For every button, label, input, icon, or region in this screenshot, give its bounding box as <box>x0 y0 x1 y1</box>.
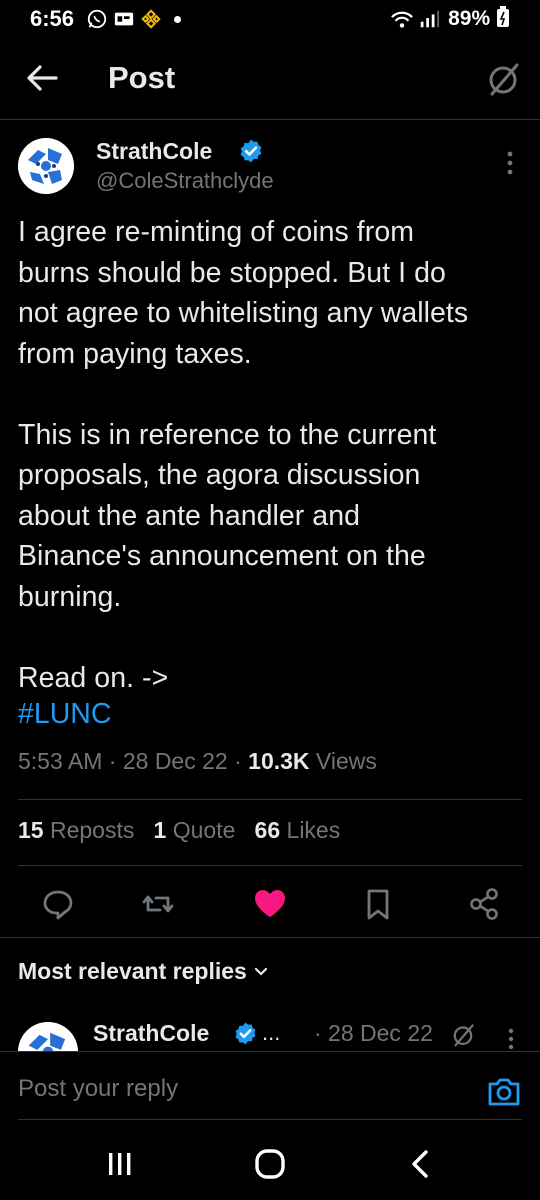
page-title: Post <box>108 60 176 95</box>
likes-count: 66 <box>254 817 281 843</box>
post-text: I agree re-minting of coins from burns s… <box>18 216 469 694</box>
post-time[interactable]: 5:53 AM <box>18 748 102 774</box>
grok-icon[interactable] <box>484 60 522 98</box>
avatar[interactable] <box>18 138 74 194</box>
battery-level: 89% <box>448 6 510 31</box>
verified-icon <box>240 139 262 163</box>
post-date[interactable]: 28 Dec 22 <box>123 748 228 774</box>
status-bar: 6:56 89% <box>0 0 540 40</box>
engagement-stats: 15 Reposts 1 Quote 66 Likes <box>18 817 340 844</box>
avatar-logo-icon <box>18 138 74 194</box>
home-icon[interactable] <box>250 1146 290 1182</box>
reply-date: · 28 Dec 22 <box>314 1020 433 1046</box>
quotes-stat[interactable]: 1 Quote <box>154 817 236 843</box>
post-meta: 5:53 AM · 28 Dec 22 · 10.3K Views <box>18 748 377 774</box>
divider <box>0 937 540 938</box>
likes-stat[interactable]: 66 Likes <box>255 817 341 843</box>
likes-label: Likes <box>286 817 341 843</box>
camera-icon[interactable] <box>486 1074 522 1108</box>
recents-icon[interactable] <box>100 1146 140 1182</box>
views-label: Views <box>315 748 377 774</box>
back-icon[interactable] <box>400 1146 440 1182</box>
grok-icon[interactable] <box>450 1022 476 1048</box>
share-icon[interactable] <box>464 884 504 924</box>
reply-icon[interactable] <box>38 884 78 924</box>
quotes-label: Quote <box>172 817 236 843</box>
composer-divider <box>18 1119 522 1120</box>
notification-icon <box>114 12 134 26</box>
more-icon[interactable] <box>500 1026 522 1052</box>
quotes-count: 1 <box>153 817 167 843</box>
dot-indicator <box>174 16 181 23</box>
binance-icon <box>141 9 161 29</box>
status-time: 6:56 <box>30 6 75 31</box>
hashtag-link[interactable]: #LUNC <box>18 698 111 731</box>
divider <box>18 799 522 800</box>
chevron-down-icon <box>255 967 268 976</box>
whatsapp-icon <box>87 9 107 29</box>
reply-author-name[interactable]: StrathCole <box>93 1020 209 1047</box>
reply-input[interactable] <box>18 1075 458 1103</box>
back-arrow-icon[interactable] <box>20 56 64 100</box>
verified-icon <box>235 1022 256 1045</box>
repost-icon[interactable] <box>138 884 178 924</box>
more-icon[interactable] <box>496 148 524 178</box>
views-count: 10.3K <box>248 748 310 774</box>
wifi-icon <box>391 11 413 28</box>
replies-sort[interactable]: Most relevant replies <box>18 958 269 985</box>
author-handle: @ColeStrathclyde <box>96 168 274 193</box>
header-divider <box>0 119 540 120</box>
bookmark-icon[interactable] <box>358 884 398 924</box>
signal-icon <box>420 10 440 28</box>
reposts-stat[interactable]: 15 Reposts <box>18 817 134 843</box>
replies-heading: Most relevant replies <box>18 958 247 984</box>
like-icon[interactable] <box>250 884 290 924</box>
battery-icon <box>497 6 509 27</box>
author-name[interactable]: StrathCole <box>96 138 212 165</box>
divider <box>18 865 522 866</box>
reply-handle-truncated: ... <box>262 1020 281 1045</box>
reposts-count: 15 <box>18 817 44 843</box>
reposts-label: Reposts <box>49 817 135 843</box>
